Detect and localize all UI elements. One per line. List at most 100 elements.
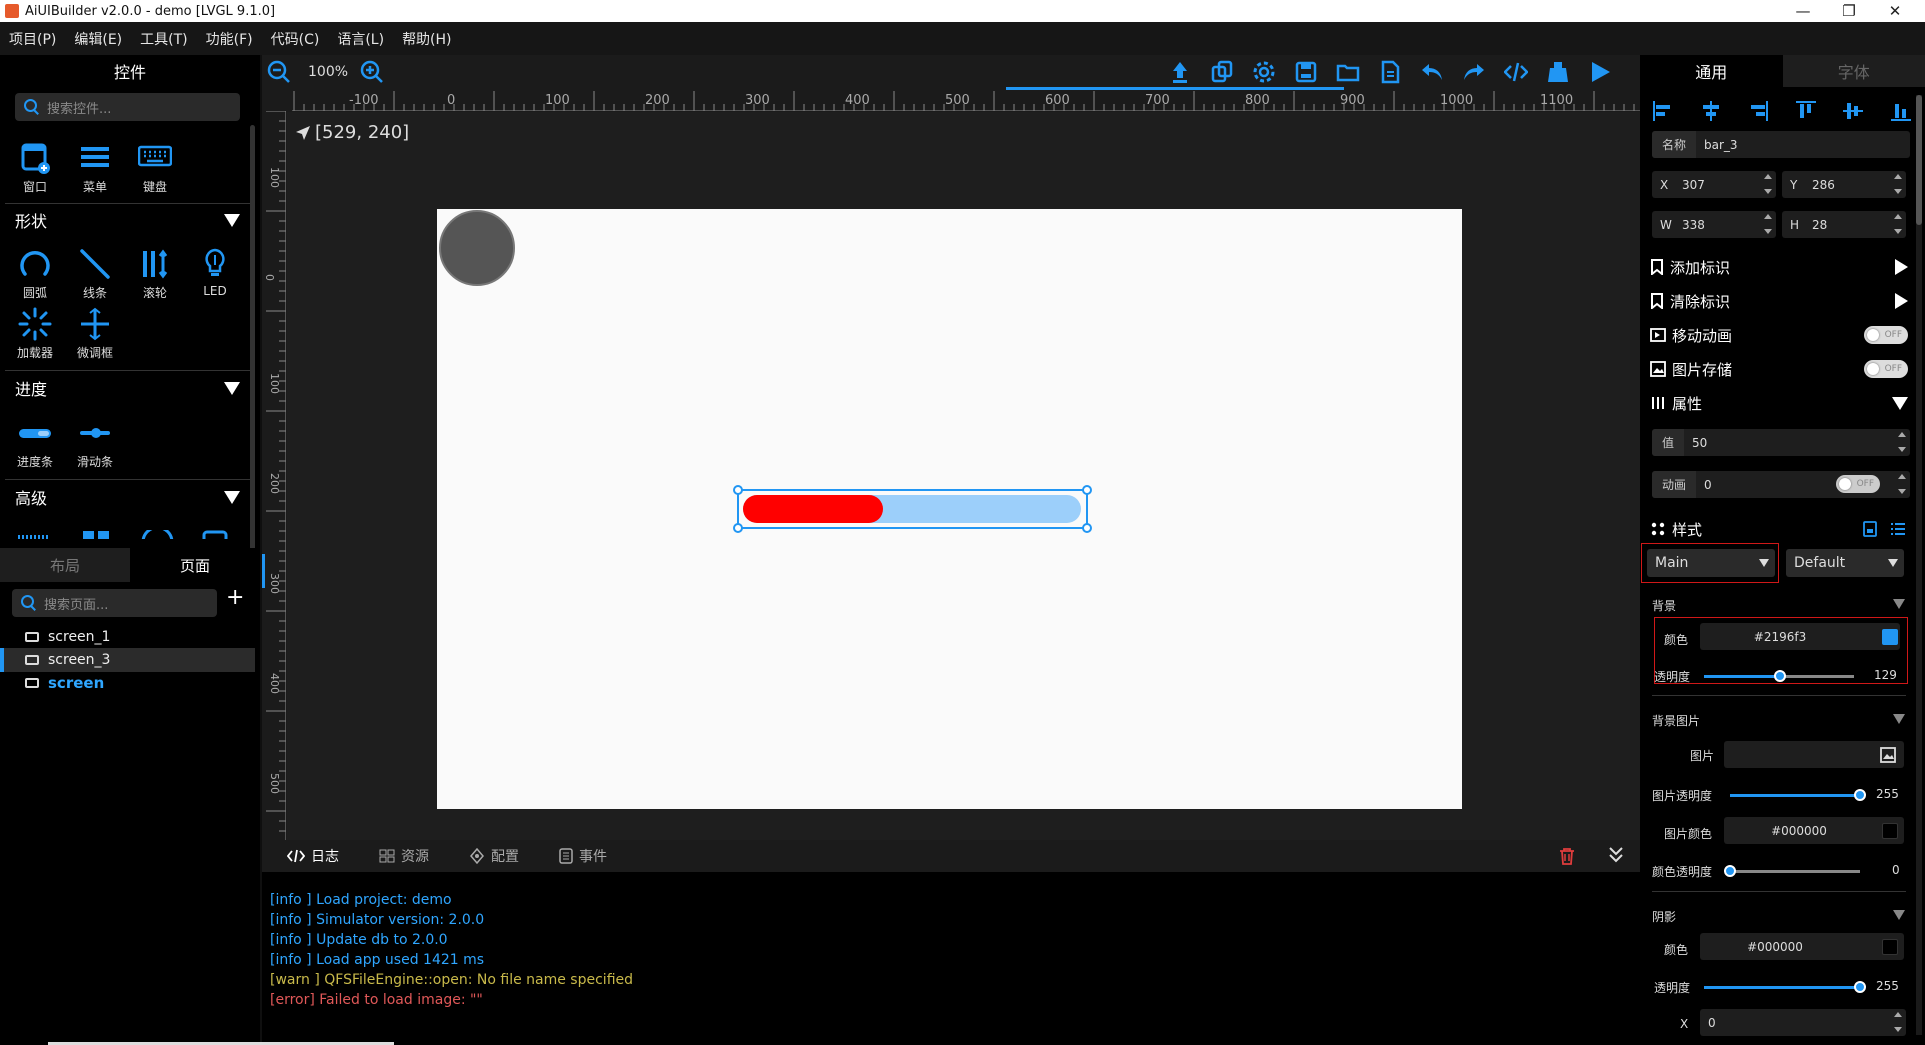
- run-play-icon[interactable]: [1588, 60, 1612, 84]
- widget-slider[interactable]: 滑动条: [65, 412, 125, 472]
- image-picker-field[interactable]: [1724, 741, 1904, 768]
- menu-code[interactable]: 代码(C): [262, 29, 329, 49]
- widget-keyboard[interactable]: 键盘: [125, 137, 185, 197]
- tab-resources[interactable]: 资源: [379, 846, 429, 866]
- shadow-opa-slider[interactable]: [1704, 981, 1866, 993]
- upload-icon[interactable]: [1168, 60, 1192, 84]
- menu-help[interactable]: 帮助(H): [393, 29, 460, 49]
- resize-handle[interactable]: [733, 485, 743, 495]
- spin-arrows-icon[interactable]: [1898, 432, 1906, 452]
- style-save-icon[interactable]: [1862, 521, 1878, 537]
- led-circle-widget[interactable]: [439, 210, 515, 286]
- section-advanced-header[interactable]: 高级: [15, 485, 240, 509]
- state-select[interactable]: Default: [1786, 549, 1904, 577]
- img-opa-slider[interactable]: [1730, 789, 1866, 801]
- menu-tools[interactable]: 工具(T): [131, 29, 196, 49]
- slider-knob[interactable]: [1854, 789, 1866, 801]
- settings-gear-icon[interactable]: [1252, 60, 1276, 84]
- name-field[interactable]: 名称 bar_3: [1652, 131, 1910, 158]
- resize-handle[interactable]: [1082, 485, 1092, 495]
- add-flag-row[interactable]: 添加标识: [1650, 253, 1908, 281]
- new-file-icon[interactable]: [1378, 60, 1402, 84]
- save-icon[interactable]: [1294, 60, 1318, 84]
- y-field[interactable]: Y 286: [1782, 171, 1906, 198]
- h-field[interactable]: H 28: [1782, 211, 1906, 238]
- shadow-color-field[interactable]: #000000: [1700, 933, 1904, 960]
- widget-bar[interactable]: 进度条: [5, 412, 65, 472]
- spin-arrows-icon[interactable]: [1898, 474, 1906, 494]
- style-list-icon[interactable]: [1890, 521, 1906, 537]
- w-field[interactable]: W 338: [1652, 211, 1776, 238]
- tab-pages[interactable]: 页面: [130, 548, 260, 582]
- tab-log[interactable]: 日志: [287, 846, 339, 866]
- redo-icon[interactable]: [1462, 60, 1486, 84]
- menu-function[interactable]: 功能(F): [197, 29, 262, 49]
- widget-led[interactable]: LED: [185, 243, 245, 303]
- value-field[interactable]: 值 50: [1652, 429, 1910, 456]
- add-page-button[interactable]: +: [226, 585, 244, 610]
- tab-config[interactable]: 配置: [469, 846, 519, 866]
- screen-item-screen_1[interactable]: screen_1: [25, 626, 255, 648]
- collapse-triangle-icon[interactable]: [1893, 599, 1905, 609]
- align-h-center-icon[interactable]: [1700, 100, 1722, 122]
- color-opa-slider[interactable]: [1724, 865, 1860, 877]
- widget-menu[interactable]: 菜单: [65, 137, 125, 197]
- undo-icon[interactable]: [1420, 60, 1444, 84]
- image-picker-icon[interactable]: [1880, 746, 1896, 763]
- tab-general[interactable]: 通用: [1640, 55, 1783, 87]
- img-color-swatch[interactable]: [1882, 823, 1898, 839]
- minimize-button[interactable]: —: [1780, 0, 1826, 22]
- open-folder-icon[interactable]: [1336, 60, 1360, 84]
- menu-edit[interactable]: 编辑(E): [65, 29, 131, 49]
- shadow-color-swatch[interactable]: [1882, 939, 1898, 955]
- collapse-triangle-icon[interactable]: [1893, 910, 1905, 920]
- widget-line[interactable]: 线条: [65, 243, 125, 303]
- resize-handle[interactable]: [733, 523, 743, 533]
- x-field[interactable]: X 307: [1652, 171, 1776, 198]
- zoom-out-icon[interactable]: [267, 60, 291, 84]
- align-v-center-icon[interactable]: [1842, 100, 1864, 122]
- close-button[interactable]: ✕: [1872, 0, 1918, 22]
- image-store-toggle[interactable]: OFF: [1864, 360, 1908, 378]
- animation-toggle[interactable]: OFF: [1836, 475, 1880, 493]
- properties-scrollbar[interactable]: [1916, 95, 1922, 1035]
- tab-events[interactable]: 事件: [559, 846, 607, 866]
- spin-arrows-icon[interactable]: [1894, 214, 1902, 234]
- collapse-panel-chevron-icon[interactable]: [1608, 846, 1624, 868]
- tab-layout[interactable]: 布局: [0, 548, 130, 582]
- maximize-button[interactable]: ❐: [1826, 0, 1872, 22]
- spin-arrows-icon[interactable]: [1894, 1012, 1902, 1032]
- collapse-triangle-icon[interactable]: [1893, 714, 1905, 724]
- shadow-x-field[interactable]: 0: [1700, 1009, 1906, 1036]
- slider-knob[interactable]: [1854, 981, 1866, 993]
- resize-handle[interactable]: [1082, 523, 1092, 533]
- align-left-icon[interactable]: [1652, 100, 1674, 122]
- bg-opa-slider[interactable]: [1704, 670, 1854, 682]
- lvgl-screen[interactable]: [437, 209, 1462, 809]
- section-progress-header[interactable]: 进度: [15, 376, 240, 400]
- tab-font[interactable]: 字体: [1782, 55, 1925, 87]
- align-top-icon[interactable]: [1795, 100, 1817, 122]
- bg-color-field[interactable]: #2196f3: [1700, 623, 1900, 650]
- copy-icon[interactable]: [1210, 60, 1234, 84]
- widget-window[interactable]: 窗口: [5, 137, 65, 197]
- slider-knob[interactable]: [1724, 865, 1736, 877]
- zoom-in-icon[interactable]: [360, 60, 384, 84]
- slider-knob[interactable]: [1774, 670, 1786, 682]
- code-icon[interactable]: [1503, 60, 1529, 84]
- widgets-scrollbar[interactable]: [250, 125, 255, 565]
- clear-log-trash-icon[interactable]: [1559, 847, 1575, 869]
- section-shapes-header[interactable]: 形状: [15, 208, 240, 232]
- clear-flag-row[interactable]: 清除标识: [1650, 287, 1908, 315]
- widget-roller[interactable]: 滚轮: [125, 243, 185, 303]
- widget-arc[interactable]: 圆弧: [5, 243, 65, 303]
- build-icon[interactable]: [1546, 60, 1570, 84]
- menu-language[interactable]: 语言(L): [328, 29, 393, 49]
- img-color-field[interactable]: #000000: [1724, 817, 1904, 844]
- align-bottom-icon[interactable]: [1890, 100, 1912, 122]
- screen-item-screen_3[interactable]: screen_3: [25, 649, 255, 671]
- spin-arrows-icon[interactable]: [1894, 174, 1902, 194]
- screen-item-screen[interactable]: screen: [25, 672, 255, 694]
- part-select[interactable]: Main: [1647, 549, 1775, 577]
- widget-spinner[interactable]: 加载器: [5, 303, 65, 363]
